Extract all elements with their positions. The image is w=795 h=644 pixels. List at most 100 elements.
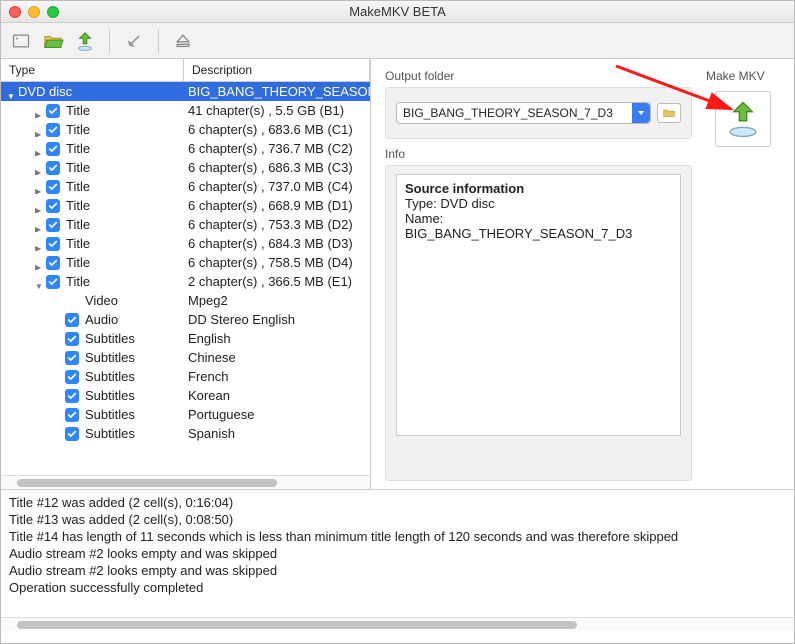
disclosure-triangle-icon[interactable] (35, 258, 44, 267)
title-checkbox[interactable] (46, 123, 60, 137)
tree-hscroll[interactable] (1, 475, 370, 489)
settings-icon[interactable] (122, 29, 146, 53)
title-checkbox[interactable] (46, 142, 60, 156)
track-row[interactable]: Subtitles Chinese (1, 348, 370, 367)
track-type: Video (85, 293, 118, 308)
title-checkbox[interactable] (46, 199, 60, 213)
disclosure-triangle-icon[interactable] (35, 220, 44, 229)
track-desc: Portuguese (184, 407, 370, 422)
disclosure-triangle-icon[interactable] (35, 201, 44, 210)
track-type: Subtitles (85, 407, 135, 422)
title-type: Title (66, 103, 90, 118)
title-type: Title (66, 198, 90, 213)
track-desc: Mpeg2 (184, 293, 370, 308)
track-checkbox[interactable] (65, 408, 79, 422)
title-type: Title (66, 274, 90, 289)
output-folder-value: BIG_BANG_THEORY_SEASON_7_D3 (403, 106, 613, 120)
title-row[interactable]: Title41 chapter(s) , 5.5 GB (B1) (1, 101, 370, 120)
titlebar: MakeMKV BETA (1, 1, 794, 23)
title-desc: 6 chapter(s) , 753.3 MB (D2) (184, 217, 370, 232)
track-row[interactable]: Subtitles Spanish (1, 424, 370, 443)
log-hscroll[interactable] (1, 617, 794, 631)
title-type: Title (66, 179, 90, 194)
disclosure-triangle-icon[interactable] (35, 163, 44, 172)
log-line: Operation successfully completed (9, 579, 786, 596)
track-desc: Chinese (184, 350, 370, 365)
window-title: MakeMKV BETA (349, 4, 446, 19)
log-line: Audio stream #2 looks empty and was skip… (9, 562, 786, 579)
tree-root[interactable]: DVD discBIG_BANG_THEORY_SEASON_ (1, 82, 370, 101)
disclosure-triangle-icon[interactable] (35, 125, 44, 134)
title-row[interactable]: Title 6 chapter(s) , 753.3 MB (D2) (1, 215, 370, 234)
title-row[interactable]: Title6 chapter(s) , 686.3 MB (C3) (1, 158, 370, 177)
title-type: Title (66, 141, 90, 156)
title-type: Title (66, 255, 90, 270)
disclosure-triangle-icon[interactable] (7, 87, 16, 96)
track-row[interactable]: Audio DD Stereo English (1, 310, 370, 329)
title-desc: 6 chapter(s) , 684.3 MB (D3) (184, 236, 370, 251)
title-desc: 6 chapter(s) , 737.0 MB (C4) (184, 179, 370, 194)
track-checkbox[interactable] (65, 351, 79, 365)
title-row[interactable]: Title6 chapter(s) , 758.5 MB (D4) (1, 253, 370, 272)
title-checkbox[interactable] (46, 104, 60, 118)
minimize-window-button[interactable] (28, 6, 40, 18)
track-desc: Spanish (184, 426, 370, 441)
output-folder-box: BIG_BANG_THEORY_SEASON_7_D3 (385, 87, 692, 139)
log-panel[interactable]: Title #12 was added (2 cell(s), 0:16:04)… (1, 489, 794, 617)
disclosure-triangle-icon[interactable] (35, 239, 44, 248)
header-type[interactable]: Type (1, 59, 184, 81)
title-checkbox[interactable] (46, 256, 60, 270)
track-row[interactable]: SubtitlesEnglish (1, 329, 370, 348)
track-desc: French (184, 369, 370, 384)
track-row[interactable]: Subtitles Portuguese (1, 405, 370, 424)
title-type: Title (66, 217, 90, 232)
track-checkbox[interactable] (65, 332, 79, 346)
title-row[interactable]: Title 6 chapter(s) , 736.7 MB (C2) (1, 139, 370, 158)
track-row[interactable]: Video Mpeg2 (1, 291, 370, 310)
track-type: Subtitles (85, 426, 135, 441)
title-desc: 6 chapter(s) , 683.6 MB (C1) (184, 122, 370, 137)
open-folder-icon[interactable] (41, 29, 65, 53)
disclosure-triangle-icon[interactable] (35, 182, 44, 191)
title-checkbox[interactable] (46, 275, 60, 289)
save-to-disc-icon[interactable] (73, 29, 97, 53)
title-row[interactable]: Title6 chapter(s) , 684.3 MB (D3) (1, 234, 370, 253)
open-file-icon[interactable] (9, 29, 33, 53)
title-row[interactable]: Title6 chapter(s) , 683.6 MB (C1) (1, 120, 370, 139)
track-checkbox[interactable] (65, 389, 79, 403)
track-type: Audio (85, 312, 118, 327)
disclosure-triangle-icon[interactable] (35, 144, 44, 153)
title-row[interactable]: Title2 chapter(s) , 366.5 MB (E1) (1, 272, 370, 291)
track-desc: Korean (184, 388, 370, 403)
track-type: Subtitles (85, 369, 135, 384)
track-checkbox[interactable] (65, 370, 79, 384)
browse-folder-button[interactable] (657, 103, 681, 123)
output-folder-combo[interactable]: BIG_BANG_THEORY_SEASON_7_D3 (396, 102, 651, 124)
zoom-window-button[interactable] (47, 6, 59, 18)
track-desc: DD Stereo English (184, 312, 370, 327)
close-window-button[interactable] (9, 6, 21, 18)
track-checkbox[interactable] (65, 313, 79, 327)
title-desc: 6 chapter(s) , 686.3 MB (C3) (184, 160, 370, 175)
title-checkbox[interactable] (46, 180, 60, 194)
title-checkbox[interactable] (46, 161, 60, 175)
title-checkbox[interactable] (46, 237, 60, 251)
tree-headers: Type Description (1, 59, 370, 82)
make-mkv-button[interactable] (715, 91, 771, 147)
title-row[interactable]: Title6 chapter(s) , 668.9 MB (D1) (1, 196, 370, 215)
chevron-down-icon[interactable] (632, 103, 650, 123)
title-tree[interactable]: DVD discBIG_BANG_THEORY_SEASON_Title41 c… (1, 82, 370, 475)
eject-icon[interactable] (171, 29, 195, 53)
title-row[interactable]: Title 6 chapter(s) , 737.0 MB (C4) (1, 177, 370, 196)
track-type: Subtitles (85, 350, 135, 365)
root-desc: BIG_BANG_THEORY_SEASON_ (184, 84, 370, 99)
track-row[interactable]: Subtitles French (1, 367, 370, 386)
header-description[interactable]: Description (184, 59, 370, 81)
title-desc: 6 chapter(s) , 736.7 MB (C2) (184, 141, 370, 156)
info-label: Info (385, 147, 692, 161)
disclosure-triangle-icon[interactable] (35, 106, 44, 115)
track-checkbox[interactable] (65, 427, 79, 441)
disclosure-triangle-icon[interactable] (35, 277, 44, 286)
track-row[interactable]: SubtitlesKorean (1, 386, 370, 405)
title-checkbox[interactable] (46, 218, 60, 232)
